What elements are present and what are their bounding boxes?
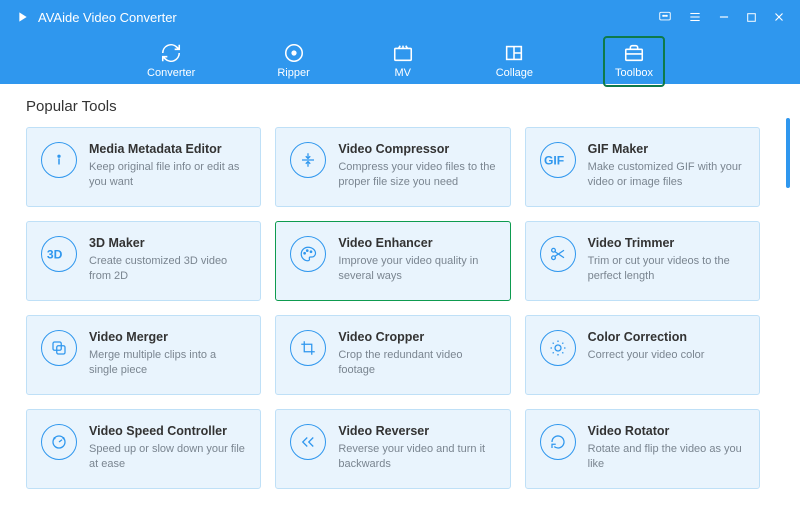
nav-label: MV (394, 67, 411, 79)
rotate-icon (540, 424, 576, 460)
tool-card-3d[interactable]: 3D 3D Maker Create customized 3D video fro… (26, 221, 261, 301)
card-body: Media Metadata Editor Keep original file … (89, 142, 246, 190)
card-desc: Improve your video quality in several wa… (338, 254, 495, 284)
card-title: Video Speed Controller (89, 424, 246, 438)
tool-card-gif[interactable]: GIF GIF Maker Make customized GIF with you… (525, 127, 760, 207)
tool-card-brightness[interactable]: Color Correction Correct your video color (525, 315, 760, 395)
card-title: Video Cropper (338, 330, 495, 344)
section-title: Popular Tools (26, 98, 774, 115)
tool-card-speed[interactable]: Video Speed Controller Speed up or slow d… (26, 409, 261, 489)
nav-converter[interactable]: Converter (135, 36, 207, 87)
tool-card-rotate[interactable]: Video Rotator Rotate and flip the video a… (525, 409, 760, 489)
window-controls (657, 10, 786, 24)
card-desc: Crop the redundant video footage (338, 348, 495, 378)
nav-mv[interactable]: MV (380, 36, 426, 87)
toolbox-icon (623, 42, 645, 64)
tool-card-reverse[interactable]: Video Reverser Reverse your video and tur… (275, 409, 510, 489)
app-logo-icon (14, 9, 30, 25)
app-title: AVAide Video Converter (38, 10, 657, 25)
card-title: Video Merger (89, 330, 246, 344)
card-title: GIF Maker (588, 142, 745, 156)
main-nav: Converter Ripper MV Collage Toolbox (0, 34, 800, 84)
nav-label: Collage (496, 67, 533, 79)
3d-icon: 3D (41, 236, 77, 272)
scrollbar-thumb[interactable] (786, 118, 790, 188)
card-body: Video Cropper Crop the redundant video fo… (338, 330, 495, 378)
feedback-icon[interactable] (657, 10, 673, 24)
tool-card-info[interactable]: Media Metadata Editor Keep original file … (26, 127, 261, 207)
card-desc: Trim or cut your videos to the perfect l… (588, 254, 745, 284)
tools-grid: Media Metadata Editor Keep original file … (26, 127, 774, 489)
reverse-icon (290, 424, 326, 460)
tool-card-crop[interactable]: Video Cropper Crop the redundant video fo… (275, 315, 510, 395)
card-desc: Make customized GIF with your video or i… (588, 160, 745, 190)
scissors-icon (540, 236, 576, 272)
collage-icon (503, 42, 525, 64)
info-icon (41, 142, 77, 178)
card-title: Video Enhancer (338, 236, 495, 250)
nav-label: Ripper (277, 67, 309, 79)
card-desc: Reverse your video and turn it backwards (338, 442, 495, 472)
card-title: Media Metadata Editor (89, 142, 246, 156)
close-icon[interactable] (772, 10, 786, 24)
ripper-icon (283, 42, 305, 64)
card-desc: Keep original file info or edit as you w… (89, 160, 246, 190)
svg-text:3D: 3D (47, 248, 63, 262)
card-desc: Rotate and flip the video as you like (588, 442, 745, 472)
content-area: Popular Tools Media Metadata Editor Keep … (0, 84, 800, 517)
tool-card-palette[interactable]: Video Enhancer Improve your video quality… (275, 221, 510, 301)
gif-icon: GIF (540, 142, 576, 178)
tool-card-compress[interactable]: Video Compressor Compress your video file… (275, 127, 510, 207)
card-body: Video Reverser Reverse your video and tur… (338, 424, 495, 472)
card-body: Video Speed Controller Speed up or slow d… (89, 424, 246, 472)
nav-ripper[interactable]: Ripper (265, 36, 321, 87)
brightness-icon (540, 330, 576, 366)
nav-label: Toolbox (615, 67, 653, 79)
minimize-icon[interactable] (717, 10, 731, 24)
nav-collage[interactable]: Collage (484, 36, 545, 87)
converter-icon (160, 42, 182, 64)
card-body: Color Correction Correct your video color (588, 330, 745, 363)
card-title: Video Compressor (338, 142, 495, 156)
card-desc: Compress your video files to the proper … (338, 160, 495, 190)
card-title: Color Correction (588, 330, 745, 344)
card-desc: Merge multiple clips into a single piece (89, 348, 246, 378)
menu-icon[interactable] (687, 10, 703, 24)
card-title: Video Reverser (338, 424, 495, 438)
tool-card-merge[interactable]: Video Merger Merge multiple clips into a … (26, 315, 261, 395)
maximize-icon[interactable] (745, 11, 758, 24)
card-body: Video Trimmer Trim or cut your videos to … (588, 236, 745, 284)
card-body: Video Rotator Rotate and flip the video a… (588, 424, 745, 472)
card-desc: Correct your video color (588, 348, 745, 363)
card-title: Video Trimmer (588, 236, 745, 250)
card-body: GIF Maker Make customized GIF with your v… (588, 142, 745, 190)
speed-icon (41, 424, 77, 460)
palette-icon (290, 236, 326, 272)
compress-icon (290, 142, 326, 178)
svg-text:GIF: GIF (544, 154, 564, 168)
card-desc: Create customized 3D video from 2D (89, 254, 246, 284)
nav-toolbox[interactable]: Toolbox (603, 36, 665, 87)
crop-icon (290, 330, 326, 366)
card-body: Video Compressor Compress your video file… (338, 142, 495, 190)
card-body: Video Enhancer Improve your video quality… (338, 236, 495, 284)
card-body: Video Merger Merge multiple clips into a … (89, 330, 246, 378)
mv-icon (392, 42, 414, 64)
card-title: Video Rotator (588, 424, 745, 438)
card-desc: Speed up or slow down your file at ease (89, 442, 246, 472)
titlebar: AVAide Video Converter (0, 0, 800, 34)
card-title: 3D Maker (89, 236, 246, 250)
nav-label: Converter (147, 67, 195, 79)
merge-icon (41, 330, 77, 366)
card-body: 3D Maker Create customized 3D video from … (89, 236, 246, 284)
tool-card-scissors[interactable]: Video Trimmer Trim or cut your videos to … (525, 221, 760, 301)
